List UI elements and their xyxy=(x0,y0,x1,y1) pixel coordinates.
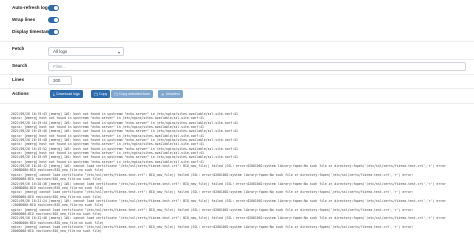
download-logs-label: Download logs xyxy=(56,92,80,96)
copy-icon: ❐ xyxy=(94,92,98,97)
fetch-select-value: All logs xyxy=(53,49,68,54)
divider xyxy=(0,103,474,104)
lines-input[interactable]: 300 xyxy=(48,76,72,85)
display-timestamps-toggle[interactable] xyxy=(48,29,59,35)
search-input[interactable]: Filter... xyxy=(48,62,466,71)
search-label: Search xyxy=(12,63,28,68)
log-output[interactable]: 2022/09/26 16:19:43 [emerg] 1#1: host no… xyxy=(11,112,466,240)
actions-label: Actions xyxy=(12,91,29,96)
copy-label: Copy xyxy=(98,92,108,96)
divider xyxy=(0,41,474,42)
fetch-label: Fetch xyxy=(12,46,25,51)
wrap-lines-row: Wrap lines xyxy=(0,14,474,24)
wrap-lines-toggle[interactable] xyxy=(48,17,59,23)
toggle-knob xyxy=(54,30,58,34)
log-line[interactable]: 2006D080:BIO routines:BIO_new_file:no su… xyxy=(11,229,466,233)
log-line[interactable]: 2022/09/26 16:22:48 [emerg] 1#1: cannot … xyxy=(11,216,466,220)
auto-refresh-toggle[interactable] xyxy=(48,5,59,11)
display-timestamps-row: Display timestamps xyxy=(0,26,474,36)
lines-label: Lines xyxy=(12,77,24,82)
copy-selected-lines-button[interactable]: ❐ Copy selected lines xyxy=(111,90,154,98)
unselect-label: Unselect xyxy=(165,92,180,96)
fetch-row: Fetch All logs ▾ xyxy=(0,45,474,57)
download-logs-button[interactable]: ⤓ Download logs xyxy=(50,90,83,98)
unselect-button[interactable]: ✕ Unselect xyxy=(158,90,183,98)
divider xyxy=(0,59,474,60)
toggle-knob xyxy=(54,18,58,22)
times-icon: ✕ xyxy=(161,92,165,97)
search-row: Search Filter... xyxy=(0,61,474,73)
auto-refresh-row: Auto-refresh logs xyxy=(0,2,474,12)
lines-row: Lines 300 xyxy=(0,75,474,87)
wrap-lines-label: Wrap lines xyxy=(12,17,36,22)
copy-button[interactable]: ❐ Copy xyxy=(91,90,111,98)
log-line[interactable]: nginx: [emerg] cannot load certificate "… xyxy=(11,190,466,194)
chevron-down-icon: ▾ xyxy=(117,50,120,55)
lines-value: 300 xyxy=(53,78,61,83)
copy-icon: ❐ xyxy=(114,92,118,97)
download-icon: ⤓ xyxy=(53,92,55,96)
auto-refresh-label: Auto-refresh logs xyxy=(12,5,51,10)
fetch-select[interactable]: All logs ▾ xyxy=(48,47,124,56)
copy-selected-lines-label: Copy selected lines xyxy=(118,92,151,96)
toggle-knob xyxy=(54,6,58,10)
search-placeholder: Filter... xyxy=(53,64,67,69)
